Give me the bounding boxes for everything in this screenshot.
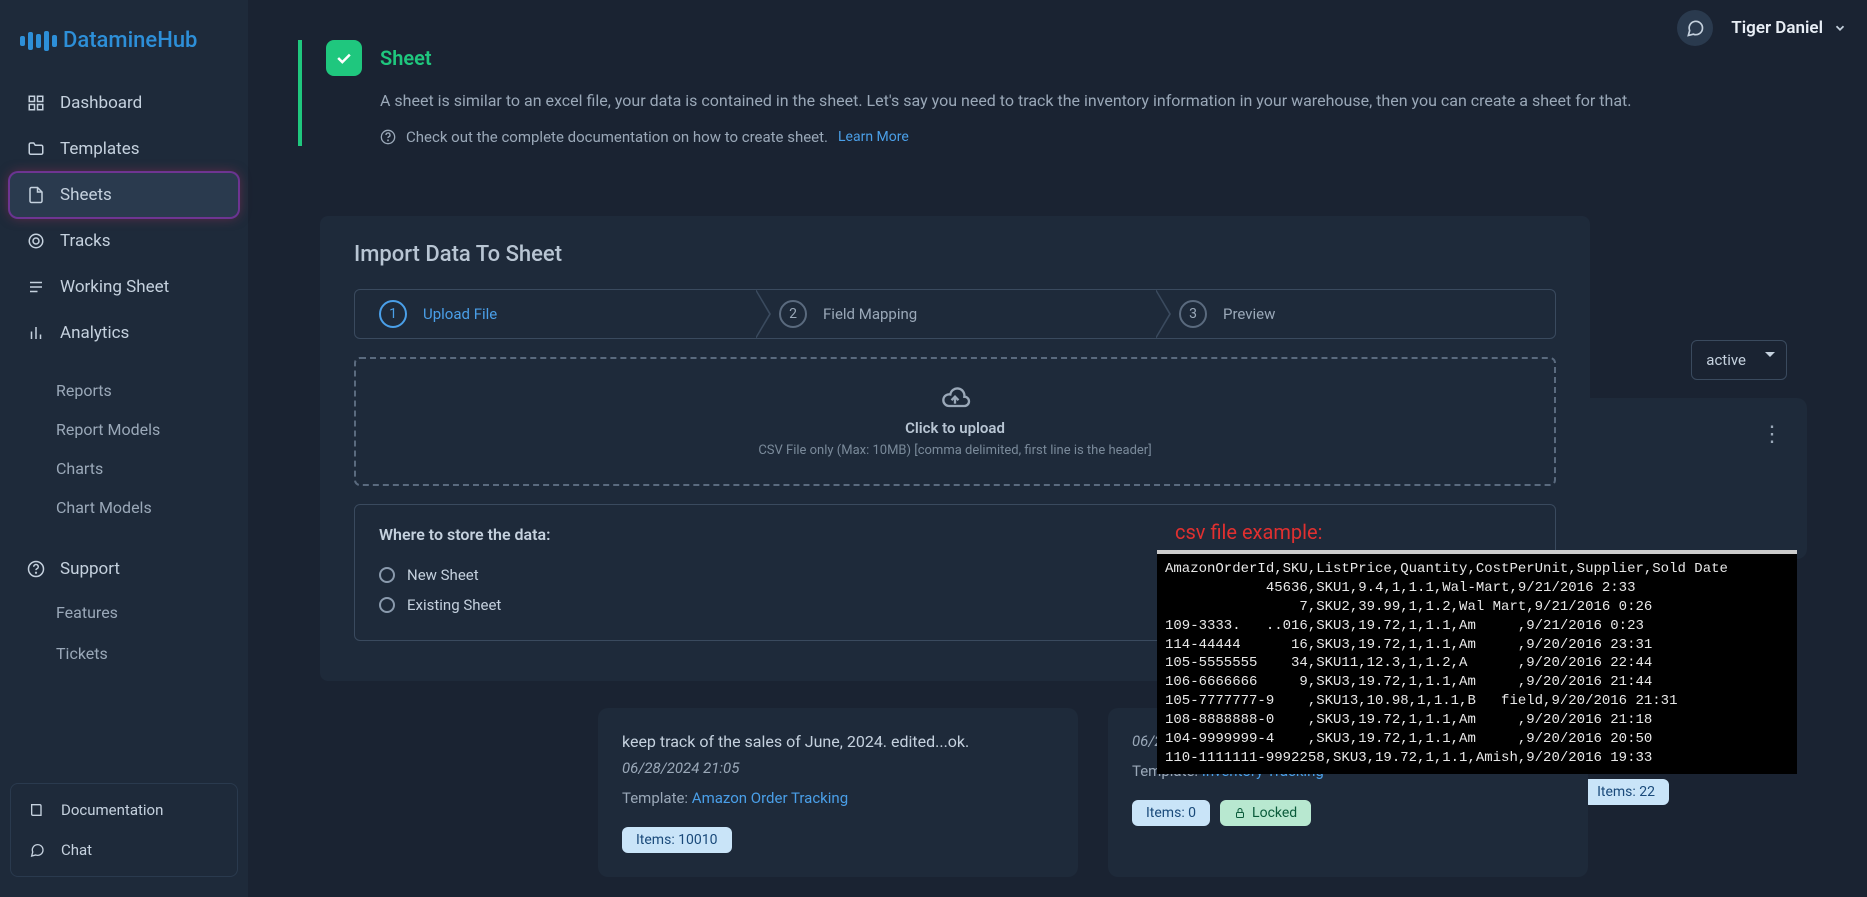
logo[interactable]: DatamineHub: [10, 20, 238, 81]
radio-icon: [379, 597, 395, 613]
radio-label: Existing Sheet: [407, 596, 501, 614]
sidebar-item-label: Dashboard: [60, 93, 142, 113]
learn-more-link[interactable]: Learn More: [838, 129, 909, 145]
sidebar-item-working-sheet[interactable]: Working Sheet: [10, 265, 238, 309]
step-number: 1: [379, 300, 407, 328]
step-label: Upload File: [423, 305, 497, 323]
sidebar-subitem-charts[interactable]: Charts: [10, 449, 238, 488]
folder-icon: [26, 139, 46, 159]
banner-hint: Check out the complete documentation on …: [406, 128, 828, 146]
sidebar-item-tracks[interactable]: Tracks: [10, 219, 238, 263]
status-filter-value: active: [1706, 351, 1746, 369]
sidebar-subitem-chart-models[interactable]: Chart Models: [10, 488, 238, 527]
sidebar-item-templates[interactable]: Templates: [10, 127, 238, 171]
locked-badge: Locked: [1220, 800, 1311, 826]
topbar: Tiger Daniel: [1677, 0, 1847, 56]
check-icon: [326, 40, 362, 76]
sidebar-item-label: Working Sheet: [60, 277, 169, 297]
sidebar-item-documentation[interactable]: Documentation: [15, 792, 233, 828]
banner-title: Sheet: [380, 46, 432, 70]
lock-icon: [1234, 807, 1246, 819]
sidebar-item-label: Support: [60, 559, 120, 579]
info-banner: Sheet A sheet is similar to an excel fil…: [298, 40, 1817, 146]
upload-hint: CSV File only (Max: 10MB) [comma delimit…: [382, 443, 1528, 458]
sidebar-item-label: Documentation: [61, 801, 163, 819]
step-field-mapping[interactable]: 2 Field Mapping: [755, 290, 1155, 338]
sidebar-subitem-reports[interactable]: Reports: [10, 371, 238, 410]
user-menu[interactable]: Tiger Daniel: [1731, 18, 1847, 38]
book-icon: [27, 800, 47, 820]
sidebar-item-chat[interactable]: Chat: [15, 832, 233, 868]
upload-prompt: Click to upload: [382, 419, 1528, 437]
chat-bubble-icon: [1685, 18, 1705, 38]
sidebar-item-label: Tracks: [60, 231, 111, 251]
items-count-badge: Items: 0: [1132, 800, 1210, 826]
step-upload-file[interactable]: 1 Upload File: [355, 290, 755, 338]
file-icon: [26, 185, 46, 205]
sheet-card-description: keep track of the sales of June, 2024. e…: [622, 732, 1054, 751]
items-count-badge: Items: 10010: [622, 827, 732, 853]
csv-example-overlay: csv file example: AmazonOrderId,SKU,List…: [1157, 520, 1797, 774]
step-label: Preview: [1223, 305, 1275, 323]
more-menu-button[interactable]: ⋮: [1761, 422, 1783, 447]
brand-name: DatamineHub: [63, 28, 197, 53]
sidebar-subitem-features[interactable]: Features: [10, 593, 238, 632]
sidebar-item-label: Analytics: [60, 323, 129, 343]
sidebar-subitem-report-models[interactable]: Report Models: [10, 410, 238, 449]
csv-example-content: AmazonOrderId,SKU,ListPrice,Quantity,Cos…: [1157, 550, 1797, 774]
list-icon: [26, 277, 46, 297]
template-label: Template:: [622, 789, 688, 807]
radio-label: New Sheet: [407, 566, 479, 584]
step-label: Field Mapping: [823, 305, 917, 323]
sidebar-footer: Documentation Chat: [10, 783, 238, 877]
sidebar-item-label: Templates: [60, 139, 140, 159]
user-name: Tiger Daniel: [1731, 18, 1823, 38]
topbar-chat-button[interactable]: [1677, 10, 1713, 46]
banner-description: A sheet is similar to an excel file, you…: [380, 88, 1817, 114]
step-preview[interactable]: 3 Preview: [1155, 290, 1555, 338]
csv-example-label: csv file example:: [1157, 520, 1797, 544]
chevron-down-icon: [1765, 352, 1775, 357]
nav-subsection: Reports Report Models Charts Chart Model…: [10, 371, 238, 527]
logo-bars-icon: [20, 31, 57, 51]
primary-nav: Dashboard Templates Sheets Tracks Workin…: [10, 81, 238, 673]
sidebar-item-dashboard[interactable]: Dashboard: [10, 81, 238, 125]
status-filter-select[interactable]: active: [1691, 340, 1787, 380]
sidebar-item-sheets[interactable]: Sheets: [10, 173, 238, 217]
sidebar-item-label: Sheets: [60, 185, 112, 205]
bar-chart-icon: [26, 323, 46, 343]
sidebar-item-label: Chat: [61, 841, 92, 859]
sidebar-item-analytics[interactable]: Analytics: [10, 311, 238, 355]
target-icon: [26, 231, 46, 251]
items-count-badge: Items: 22: [1583, 779, 1669, 805]
file-dropzone[interactable]: Click to upload CSV File only (Max: 10MB…: [354, 357, 1556, 486]
chat-icon: [27, 840, 47, 860]
sidebar-subitem-tickets[interactable]: Tickets: [10, 634, 238, 673]
info-icon: [380, 129, 396, 145]
sidebar: DatamineHub Dashboard Templates Sheets T…: [0, 0, 248, 897]
modal-title: Import Data To Sheet: [354, 242, 1556, 267]
cloud-upload-icon: [382, 385, 1528, 413]
template-link[interactable]: Amazon Order Tracking: [692, 789, 848, 807]
step-number: 3: [1179, 300, 1207, 328]
grid-icon: [26, 93, 46, 113]
help-circle-icon: [26, 559, 46, 579]
sheet-card-date: 06/28/2024 21:05: [622, 759, 1054, 777]
sheet-card[interactable]: keep track of the sales of June, 2024. e…: [598, 708, 1078, 877]
sidebar-item-support[interactable]: Support: [10, 547, 238, 591]
step-number: 2: [779, 300, 807, 328]
radio-icon: [379, 567, 395, 583]
wizard-steps: 1 Upload File 2 Field Mapping 3 Preview: [354, 289, 1556, 339]
chevron-down-icon: [1833, 21, 1847, 35]
